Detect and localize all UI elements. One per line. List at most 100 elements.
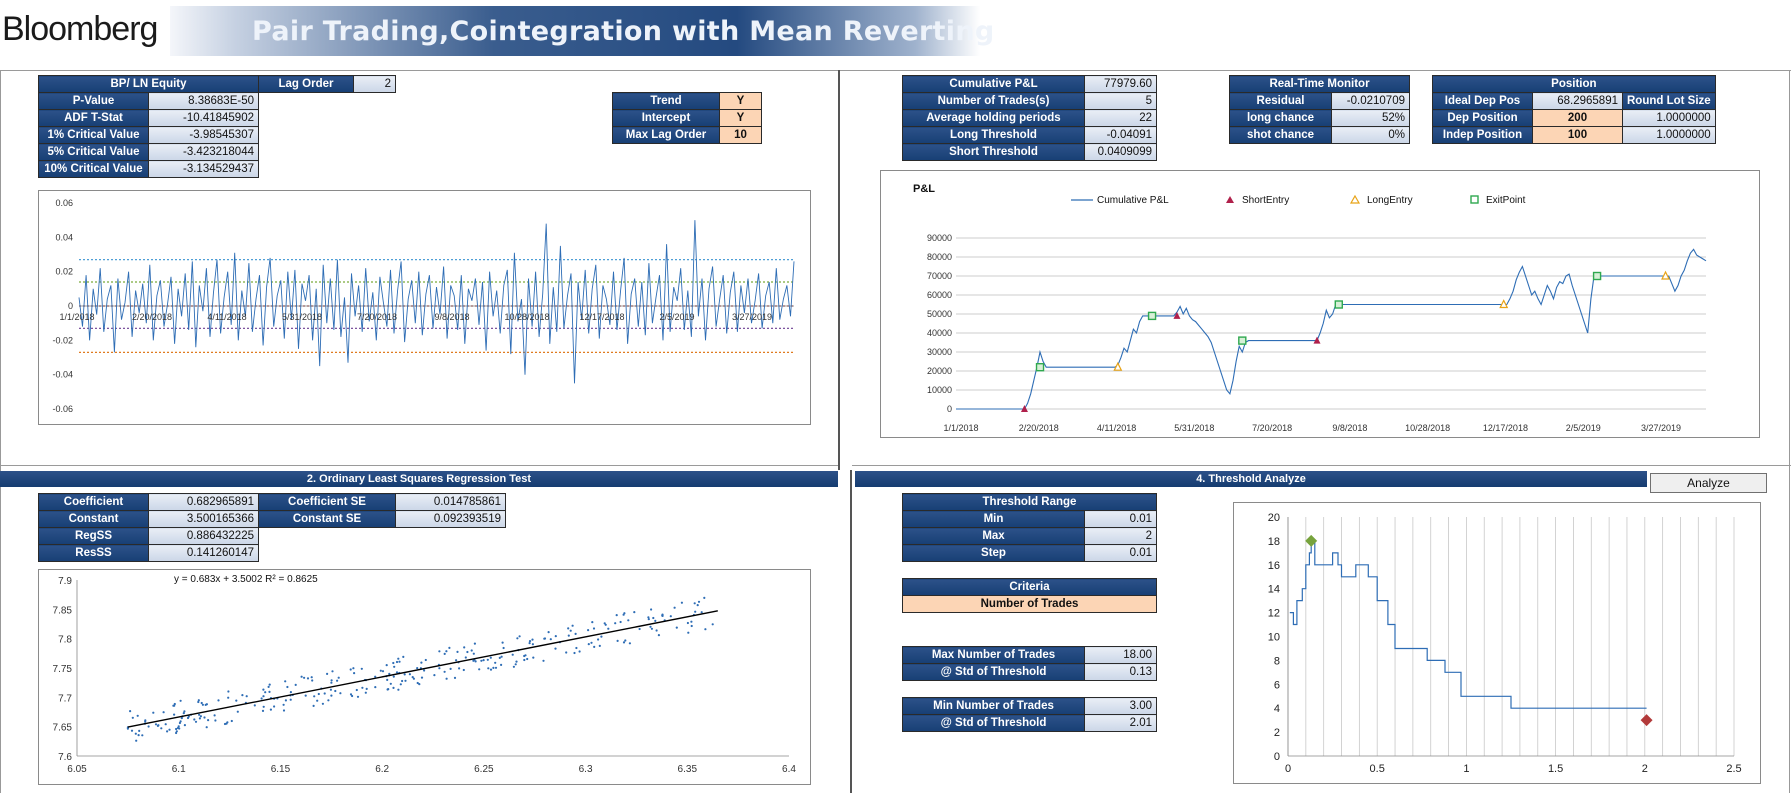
x-tick-label: 2/5/2019 (659, 312, 694, 322)
legend-label: Cumulative P&L (1097, 195, 1169, 206)
criteria-value[interactable]: Number of Trades (902, 595, 1157, 613)
scatter-point (614, 622, 617, 625)
scatter-point (526, 657, 529, 661)
scatter-point (597, 638, 600, 641)
scatter-point (389, 682, 392, 685)
position-value[interactable]: 200 (1532, 109, 1623, 127)
scatter-point (225, 722, 228, 725)
x-tick-label: 5/31/2018 (1174, 423, 1214, 433)
exit-point-marker (1147, 311, 1157, 321)
scatter-point (329, 688, 332, 691)
scatter-point (135, 739, 138, 742)
settings-value[interactable]: 10 (719, 126, 762, 144)
settings-label: Intercept (612, 109, 720, 127)
scatter-point (227, 690, 230, 693)
x-tick-label: 9/8/2018 (1332, 423, 1367, 433)
threshold-range-value[interactable]: 2 (1084, 527, 1157, 545)
scatter-point (236, 710, 239, 713)
scatter-point (353, 672, 356, 675)
scatter-point (395, 660, 399, 664)
position-value: 68.2965891 (1532, 92, 1623, 110)
scatter-point (478, 668, 481, 671)
threshold-chart-svg: 201816141210864200 0.5 1 1.5 2 2.5 (1268, 512, 1742, 775)
lag-order-value[interactable]: 2 (353, 75, 396, 93)
x-tick-label: 6.05 (67, 764, 87, 775)
round-lot-value[interactable]: 1.0000000 (1622, 126, 1716, 144)
threshold-range-label: Max (902, 527, 1085, 545)
ols-section-title: 2. Ordinary Least Squares Regression Tes… (0, 471, 838, 487)
stats-label: Cumulative P&L (902, 75, 1085, 93)
regression-equation: y = 0.683x + 3.5002 R² = 0.8625 (174, 574, 318, 585)
scatter-point (160, 727, 163, 730)
position-table: Position Ideal Dep Pos 68.2965891 Round Lo… (1432, 75, 1716, 144)
x-tick-label: 4/11/2018 (1097, 423, 1136, 433)
scatter-point (144, 720, 147, 723)
y-tick-label: 12 (1268, 608, 1280, 620)
scatter-point (443, 670, 446, 673)
scatter-point (472, 652, 475, 655)
scatter-point (393, 665, 396, 668)
position-label: Ideal Dep Pos (1432, 92, 1533, 110)
legend-swatch-long (1349, 194, 1361, 204)
scatter-point (264, 691, 267, 694)
monitor-value: 0% (1331, 126, 1410, 144)
scatter-point (175, 727, 178, 731)
scatter-point (487, 667, 490, 670)
analyze-button[interactable]: Analyze (1650, 473, 1767, 493)
y-tick-label: 0.06 (55, 198, 73, 208)
threshold-range-value[interactable]: 0.01 (1084, 510, 1157, 528)
scatter-point (549, 638, 552, 641)
round-lot-label: Round Lot Size (1622, 92, 1716, 110)
residual-chart-svg: 0.06 0.04 0.02 0 -0.02 -0.04 -0.06 1/1/2018 2/20… (52, 198, 795, 414)
x-tick-label: 9/8/2018 (434, 312, 469, 322)
y-tick-label: 0.04 (55, 232, 73, 242)
scatter-point (711, 623, 714, 626)
scatter-point (655, 629, 658, 632)
x-tick-label: 1/1/2018 (943, 423, 978, 433)
scatter-point (704, 628, 707, 631)
x-tick-label: 3/27/2019 (732, 312, 772, 322)
y-tick-label: 14 (1268, 584, 1280, 596)
scatter-point (173, 702, 176, 706)
round-lot-value[interactable]: 1.0000000 (1622, 109, 1716, 127)
max-std-value: 0.13 (1084, 663, 1157, 681)
scatter-point (339, 692, 342, 695)
y-tick-label: 0 (1274, 751, 1280, 763)
x-tick-label: 12/17/2018 (1483, 423, 1528, 433)
panel-divider-bottom (850, 470, 852, 793)
scatter-point (175, 730, 178, 733)
position-value[interactable]: 100 (1532, 126, 1623, 144)
y-tick-label: 20 (1268, 512, 1280, 524)
criteria-table: Criteria Number of Trades (902, 578, 1157, 613)
scatter-point (500, 663, 503, 666)
y-tick-label: 60000 (927, 290, 952, 300)
scatter-point (349, 693, 353, 696)
adf-table: BP/ LN Equity Lag Order 2 P-Value 8.38683E-… (38, 75, 396, 178)
exit-point-marker (1592, 271, 1602, 281)
threshold-range-value[interactable]: 0.01 (1084, 544, 1157, 562)
x-tick-label: 2 (1642, 763, 1648, 775)
scatter-point (675, 626, 678, 629)
scatter-point (661, 613, 664, 616)
scatter-point (633, 611, 636, 614)
settings-value[interactable]: Y (719, 109, 762, 127)
settings-value[interactable]: Y (719, 92, 762, 110)
scatter-point (650, 608, 653, 611)
scatter-point (565, 651, 568, 654)
scatter-point (622, 641, 626, 644)
scatter-point (282, 709, 286, 712)
scatter-point (173, 713, 176, 716)
ols-value: 3.500165366 (148, 510, 259, 528)
scatter-point (300, 675, 303, 678)
scatter-point (284, 680, 287, 683)
scatter-point (423, 669, 426, 672)
scatter-point (317, 692, 320, 696)
scatter-point (470, 649, 473, 652)
residual-series-line (78, 220, 795, 384)
scatter-point (700, 611, 703, 614)
scatter-point (494, 661, 497, 664)
scatter-point (268, 690, 271, 693)
adf-value: -3.134529437 (148, 160, 259, 178)
monitor-label: long chance (1229, 109, 1332, 127)
scatter-point (183, 724, 186, 727)
